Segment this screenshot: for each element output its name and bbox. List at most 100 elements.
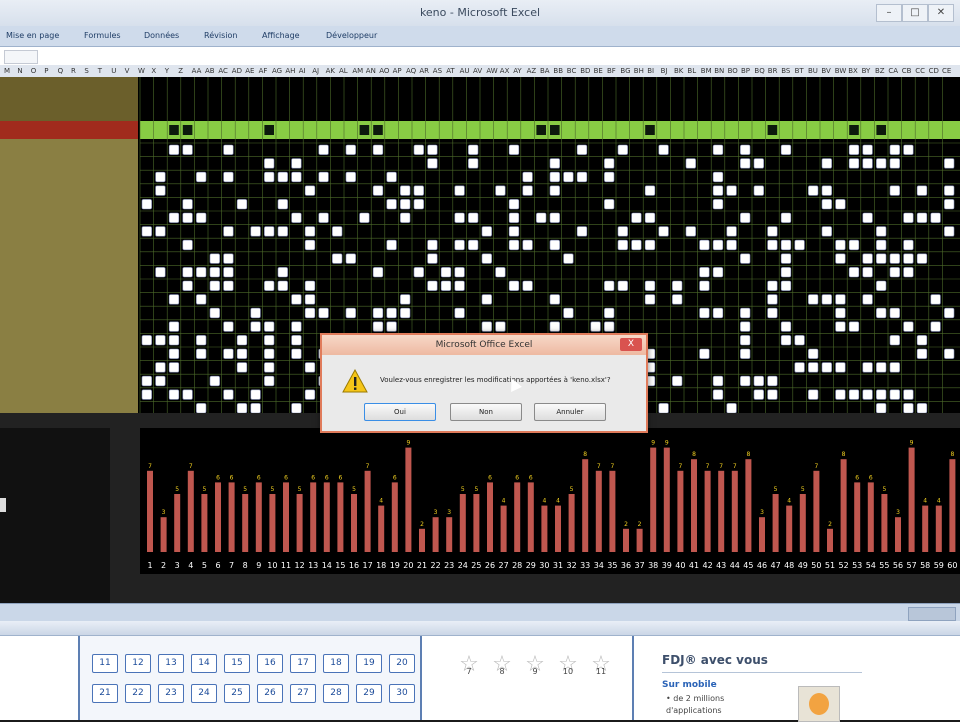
column-header[interactable]: BZ	[875, 65, 885, 77]
column-header[interactable]: BN	[714, 65, 724, 77]
column-header[interactable]: AN	[366, 65, 376, 77]
tab-data[interactable]: Données	[144, 31, 179, 40]
number-button[interactable]: 16	[257, 654, 283, 673]
column-header[interactable]: AT	[446, 65, 455, 77]
column-header[interactable]: AZ	[527, 65, 537, 77]
column-header[interactable]: R	[71, 65, 76, 77]
column-header[interactable]: CA	[888, 65, 898, 77]
column-header[interactable]: BJ	[661, 65, 668, 77]
column-header[interactable]: BU	[808, 65, 818, 77]
cancel-button[interactable]: Annuler	[534, 403, 606, 421]
column-header[interactable]: CE	[942, 65, 951, 77]
number-button[interactable]: 28	[323, 684, 349, 703]
column-header[interactable]: AG	[272, 65, 282, 77]
column-header[interactable]: BQ	[754, 65, 764, 77]
close-icon[interactable]: ✕	[928, 4, 954, 22]
column-header[interactable]: AA	[192, 65, 202, 77]
column-header[interactable]: BE	[594, 65, 603, 77]
number-button[interactable]: 29	[356, 684, 382, 703]
column-header[interactable]: Z	[178, 65, 183, 77]
column-header[interactable]: AC	[218, 65, 228, 77]
zoom-slider[interactable]	[908, 607, 956, 621]
column-header[interactable]: AS	[433, 65, 442, 77]
column-header[interactable]: O	[31, 65, 37, 77]
column-header[interactable]: BK	[674, 65, 683, 77]
column-header[interactable]: BV	[821, 65, 830, 77]
maximize-icon[interactable]: □	[902, 4, 928, 22]
column-header[interactable]: BG	[620, 65, 630, 77]
column-header[interactable]: AD	[232, 65, 242, 77]
column-header[interactable]: CC	[915, 65, 925, 77]
column-header[interactable]: AL	[339, 65, 348, 77]
column-header[interactable]: BH	[634, 65, 644, 77]
number-button[interactable]: 14	[191, 654, 217, 673]
number-button[interactable]: 22	[125, 684, 151, 703]
column-header[interactable]: BS	[781, 65, 790, 77]
number-button[interactable]: 26	[257, 684, 283, 703]
column-header[interactable]: BD	[580, 65, 590, 77]
column-header[interactable]: AI	[299, 65, 306, 77]
column-header[interactable]: U	[111, 65, 116, 77]
column-header[interactable]: V	[125, 65, 130, 77]
column-header[interactable]: BL	[687, 65, 696, 77]
column-header[interactable]: BP	[741, 65, 750, 77]
column-header[interactable]: W	[138, 65, 145, 77]
column-header[interactable]: BR	[768, 65, 778, 77]
column-header[interactable]: AM	[352, 65, 363, 77]
column-header[interactable]: BA	[540, 65, 550, 77]
column-header[interactable]: AU	[460, 65, 470, 77]
column-header[interactable]: BF	[607, 65, 616, 77]
column-header[interactable]: AR	[419, 65, 429, 77]
column-header[interactable]: CB	[902, 65, 912, 77]
column-header[interactable]: AF	[259, 65, 268, 77]
tab-view[interactable]: Affichage	[262, 31, 300, 40]
minimize-icon[interactable]: –	[876, 4, 902, 22]
column-header[interactable]: AY	[513, 65, 522, 77]
tab-formulas[interactable]: Formules	[84, 31, 121, 40]
dialog-close-button[interactable]: X	[620, 338, 642, 351]
tab-page-layout[interactable]: Mise en page	[6, 31, 59, 40]
mobile-link[interactable]: Sur mobile	[662, 680, 717, 690]
column-header[interactable]: BO	[728, 65, 738, 77]
column-header[interactable]: X	[151, 65, 156, 77]
column-header[interactable]: BI	[647, 65, 654, 77]
column-header[interactable]: AX	[500, 65, 510, 77]
column-header[interactable]: AW	[486, 65, 497, 77]
number-button[interactable]: 17	[290, 654, 316, 673]
column-header[interactable]: BW	[835, 65, 846, 77]
number-button[interactable]: 12	[125, 654, 151, 673]
column-header[interactable]: BT	[795, 65, 804, 77]
number-button[interactable]: 11	[92, 654, 118, 673]
column-header[interactable]: AE	[245, 65, 254, 77]
number-button[interactable]: 27	[290, 684, 316, 703]
column-header[interactable]: AP	[393, 65, 402, 77]
number-button[interactable]: 20	[389, 654, 415, 673]
yes-button[interactable]: Oui	[364, 403, 436, 421]
number-button[interactable]: 30	[389, 684, 415, 703]
column-header[interactable]: BY	[862, 65, 871, 77]
column-header[interactable]: AV	[473, 65, 482, 77]
formula-bar[interactable]	[0, 47, 960, 66]
number-button[interactable]: 24	[191, 684, 217, 703]
column-header[interactable]: BX	[848, 65, 858, 77]
number-button[interactable]: 23	[158, 684, 184, 703]
number-button[interactable]: 19	[356, 654, 382, 673]
number-button[interactable]: 18	[323, 654, 349, 673]
browser-scrollbar[interactable]	[0, 621, 960, 636]
name-box[interactable]	[4, 50, 38, 64]
column-header[interactable]: AB	[205, 65, 215, 77]
column-header[interactable]: S	[84, 65, 88, 77]
number-button[interactable]: 25	[224, 684, 250, 703]
column-header[interactable]: CD	[929, 65, 939, 77]
column-header[interactable]: N	[17, 65, 22, 77]
column-header[interactable]: AK	[326, 65, 335, 77]
column-header[interactable]: AH	[285, 65, 295, 77]
star-button[interactable]: ☆ 7	[456, 652, 482, 678]
column-header[interactable]: AQ	[406, 65, 416, 77]
number-button[interactable]: 21	[92, 684, 118, 703]
star-button[interactable]: ☆ 11	[588, 652, 614, 678]
star-button[interactable]: ☆ 8	[489, 652, 515, 678]
no-button[interactable]: Non	[450, 403, 522, 421]
column-header[interactable]: BM	[701, 65, 712, 77]
number-button[interactable]: 15	[224, 654, 250, 673]
